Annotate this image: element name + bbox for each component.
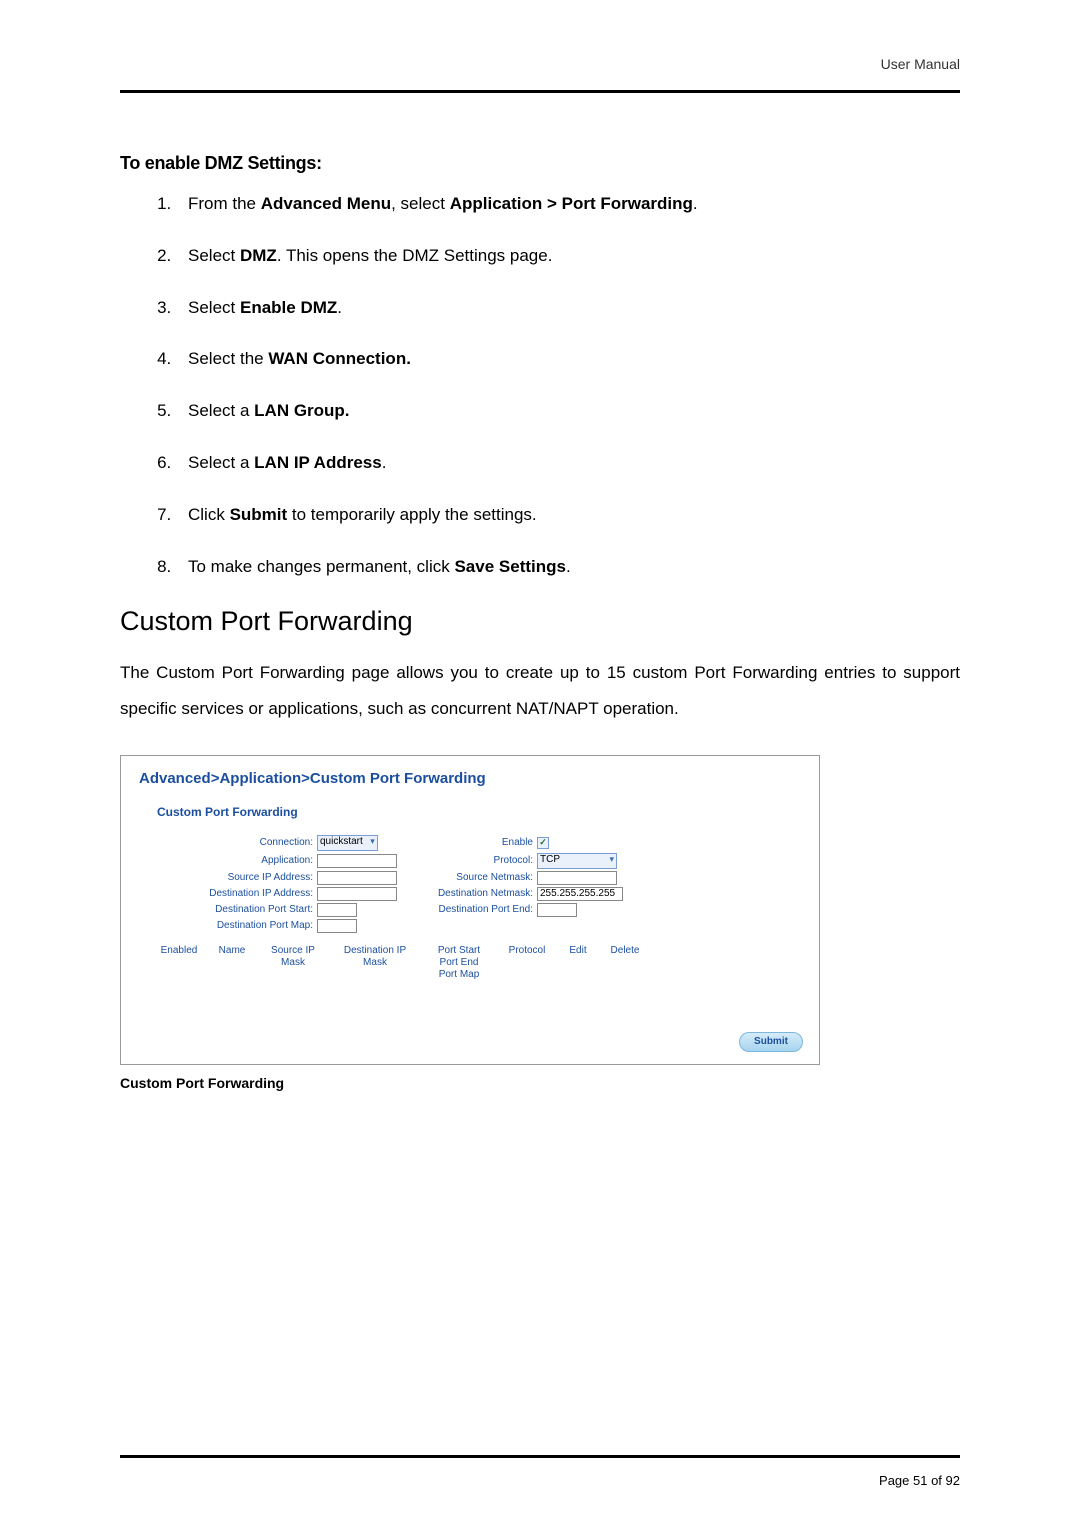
th-enabled: Enabled [157,945,201,981]
submit-button[interactable]: Submit [739,1032,803,1052]
label-application: Application: [157,855,317,866]
protocol-select[interactable]: TCP [537,853,617,869]
source-ip-input[interactable] [317,871,397,885]
th-edit: Edit [563,945,593,981]
dest-ip-input[interactable] [317,887,397,901]
step-2: Select DMZ. This opens the DMZ Settings … [176,244,960,268]
top-divider [120,90,960,93]
step-5: Select a LAN Group. [176,399,960,423]
application-input[interactable] [317,854,397,868]
dest-port-end-input[interactable] [537,903,577,917]
source-netmask-input[interactable] [537,871,617,885]
step-4: Select the WAN Connection. [176,347,960,371]
label-dest-port-map: Destination Port Map: [157,920,317,931]
label-protocol: Protocol: [407,855,537,866]
th-source-ip: Source IP Mask [263,945,323,981]
table-header-row: Enabled Name Source IP Mask Destination … [121,935,819,981]
dest-port-map-input[interactable] [317,919,357,933]
label-dest-port-end: Destination Port End: [407,904,537,915]
screenshot-caption: Custom Port Forwarding [120,1075,960,1091]
steps-list: From the Advanced Menu, select Applicati… [176,192,960,578]
label-dest-netmask: Destination Netmask: [407,888,537,899]
page-content: To enable DMZ Settings: From the Advance… [120,153,960,1091]
connection-select[interactable]: quickstart [317,835,378,851]
th-name: Name [213,945,251,981]
step-3: Select Enable DMZ. [176,296,960,320]
step-7: Click Submit to temporarily apply the se… [176,503,960,527]
label-source-netmask: Source Netmask: [407,872,537,883]
th-delete: Delete [605,945,645,981]
label-dest-ip: Destination IP Address: [157,888,317,899]
dest-port-start-input[interactable] [317,903,357,917]
label-enable: Enable [407,837,537,848]
section-title: To enable DMZ Settings: [120,153,960,174]
label-connection: Connection: [157,837,317,848]
enable-checkbox[interactable]: ✓ [537,837,549,849]
th-ports: Port Start Port End Port Map [427,945,491,981]
label-source-ip: Source IP Address: [157,872,317,883]
subsection-paragraph: The Custom Port Forwarding page allows y… [120,655,960,726]
subsection-heading: Custom Port Forwarding [120,606,960,637]
panel-title: Custom Port Forwarding [121,791,819,829]
th-protocol: Protocol [503,945,551,981]
embedded-screenshot: Advanced>Application>Custom Port Forward… [120,755,820,1065]
breadcrumb: Advanced>Application>Custom Port Forward… [121,756,819,791]
step-1: From the Advanced Menu, select Applicati… [176,192,960,216]
dest-netmask-input[interactable] [537,887,623,901]
label-dest-port-start: Destination Port Start: [157,904,317,915]
step-8: To make changes permanent, click Save Se… [176,555,960,579]
bottom-divider [120,1455,960,1458]
th-dest-ip: Destination IP Mask [335,945,415,981]
page-number: Page 51 of 92 [879,1473,960,1488]
header-label: User Manual [881,56,960,72]
step-6: Select a LAN IP Address. [176,451,960,475]
form-area: Connection: quickstart Enable ✓ Applicat… [121,829,819,933]
